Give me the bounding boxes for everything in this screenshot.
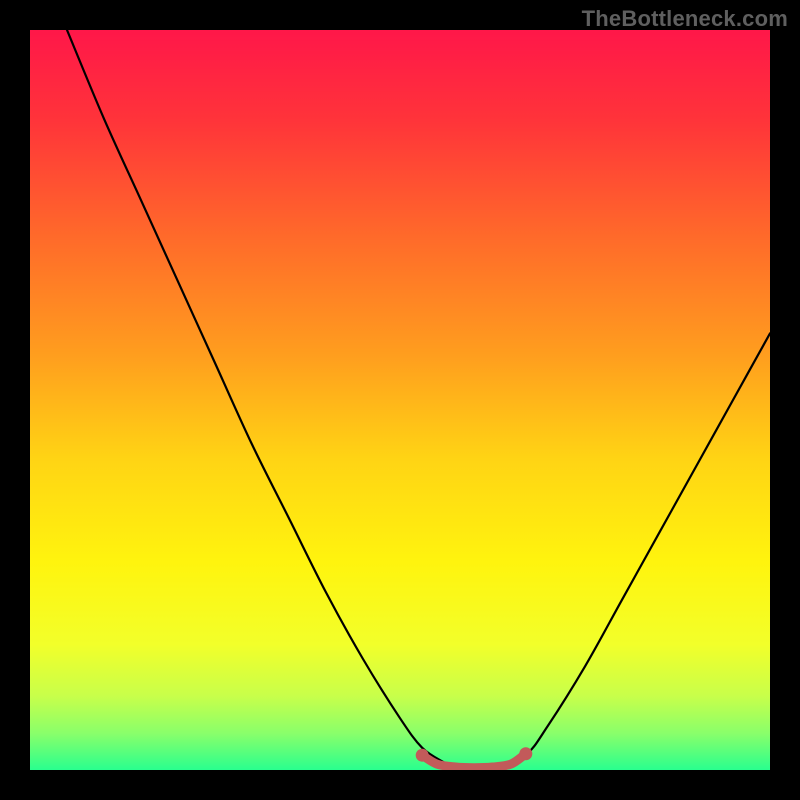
flat-zone-dot xyxy=(519,747,532,760)
gradient-background xyxy=(30,30,770,770)
flat-zone-dot xyxy=(416,749,429,762)
chart-frame: TheBottleneck.com xyxy=(0,0,800,800)
watermark-text: TheBottleneck.com xyxy=(582,6,788,32)
plot-area xyxy=(30,30,770,770)
bottleneck-chart xyxy=(30,30,770,770)
